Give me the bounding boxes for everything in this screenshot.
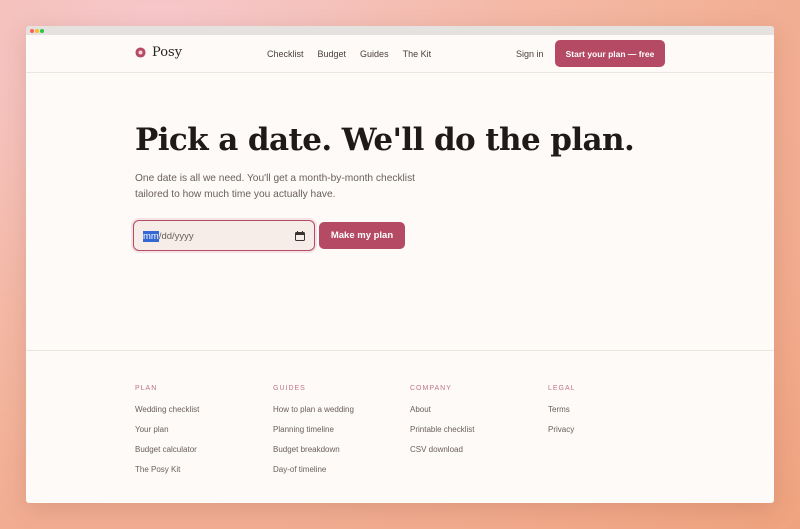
site-footer: PLAN Wedding checklist Your plan Budget …: [26, 350, 774, 503]
top-navigation: Posy Checklist Budget Guides The Kit Sig…: [26, 35, 774, 73]
footer-link[interactable]: Your plan: [135, 425, 199, 445]
close-window-icon[interactable]: [30, 29, 34, 33]
footer-column-plan: PLAN Wedding checklist Your plan Budget …: [135, 385, 199, 485]
date-placeholder: mm/dd/yyyy: [143, 231, 194, 242]
date-rest-segment[interactable]: /dd/yyyy: [159, 231, 194, 242]
nav-link-budget[interactable]: Budget: [318, 49, 347, 59]
maximize-window-icon[interactable]: [40, 29, 44, 33]
start-plan-button[interactable]: Start your plan — free: [555, 40, 665, 67]
brand-logo[interactable]: Posy: [135, 45, 182, 60]
footer-link[interactable]: Planning timeline: [273, 425, 354, 445]
footer-link[interactable]: Budget calculator: [135, 445, 199, 465]
footer-column-company: COMPANY About Printable checklist CSV do…: [410, 385, 474, 465]
footer-heading: PLAN: [135, 385, 158, 392]
flower-logo-icon: [135, 47, 146, 58]
footer-link[interactable]: Budget breakdown: [273, 445, 354, 465]
footer-link[interactable]: Printable checklist: [410, 425, 474, 445]
hero-subtitle: One date is all we need. You'll get a mo…: [135, 173, 415, 200]
footer-link[interactable]: Terms: [548, 405, 576, 425]
footer-link[interactable]: Wedding checklist: [135, 405, 199, 425]
footer-link[interactable]: CSV download: [410, 445, 474, 465]
browser-window: Posy Checklist Budget Guides The Kit Sig…: [26, 26, 774, 503]
nav-link-guides[interactable]: Guides: [360, 49, 389, 59]
calendar-icon[interactable]: [295, 231, 305, 241]
hero-title: Pick a date. We'll do the plan.: [135, 122, 635, 158]
make-my-plan-button[interactable]: Make my plan: [319, 222, 405, 249]
footer-heading: GUIDES: [273, 385, 306, 392]
nav-link-kit[interactable]: The Kit: [403, 49, 432, 59]
nav-link-checklist[interactable]: Checklist: [267, 49, 304, 59]
footer-link[interactable]: Day-of timeline: [273, 465, 354, 485]
footer-link[interactable]: Privacy: [548, 425, 576, 445]
sign-in-link[interactable]: Sign in: [516, 49, 544, 59]
footer-heading: COMPANY: [410, 385, 452, 392]
wedding-date-input[interactable]: mm/dd/yyyy: [133, 220, 315, 251]
footer-heading: LEGAL: [548, 385, 576, 392]
footer-link[interactable]: About: [410, 405, 474, 425]
brand-name: Posy: [152, 45, 183, 60]
window-titlebar: [26, 26, 774, 35]
footer-column-guides: GUIDES How to plan a wedding Planning ti…: [273, 385, 354, 485]
nav-links: Checklist Budget Guides The Kit: [267, 49, 431, 59]
footer-link[interactable]: The Posy Kit: [135, 465, 199, 485]
footer-column-legal: LEGAL Terms Privacy: [548, 385, 576, 445]
minimize-window-icon[interactable]: [35, 29, 39, 33]
footer-link[interactable]: How to plan a wedding: [273, 405, 354, 425]
date-month-segment[interactable]: mm: [143, 231, 159, 242]
